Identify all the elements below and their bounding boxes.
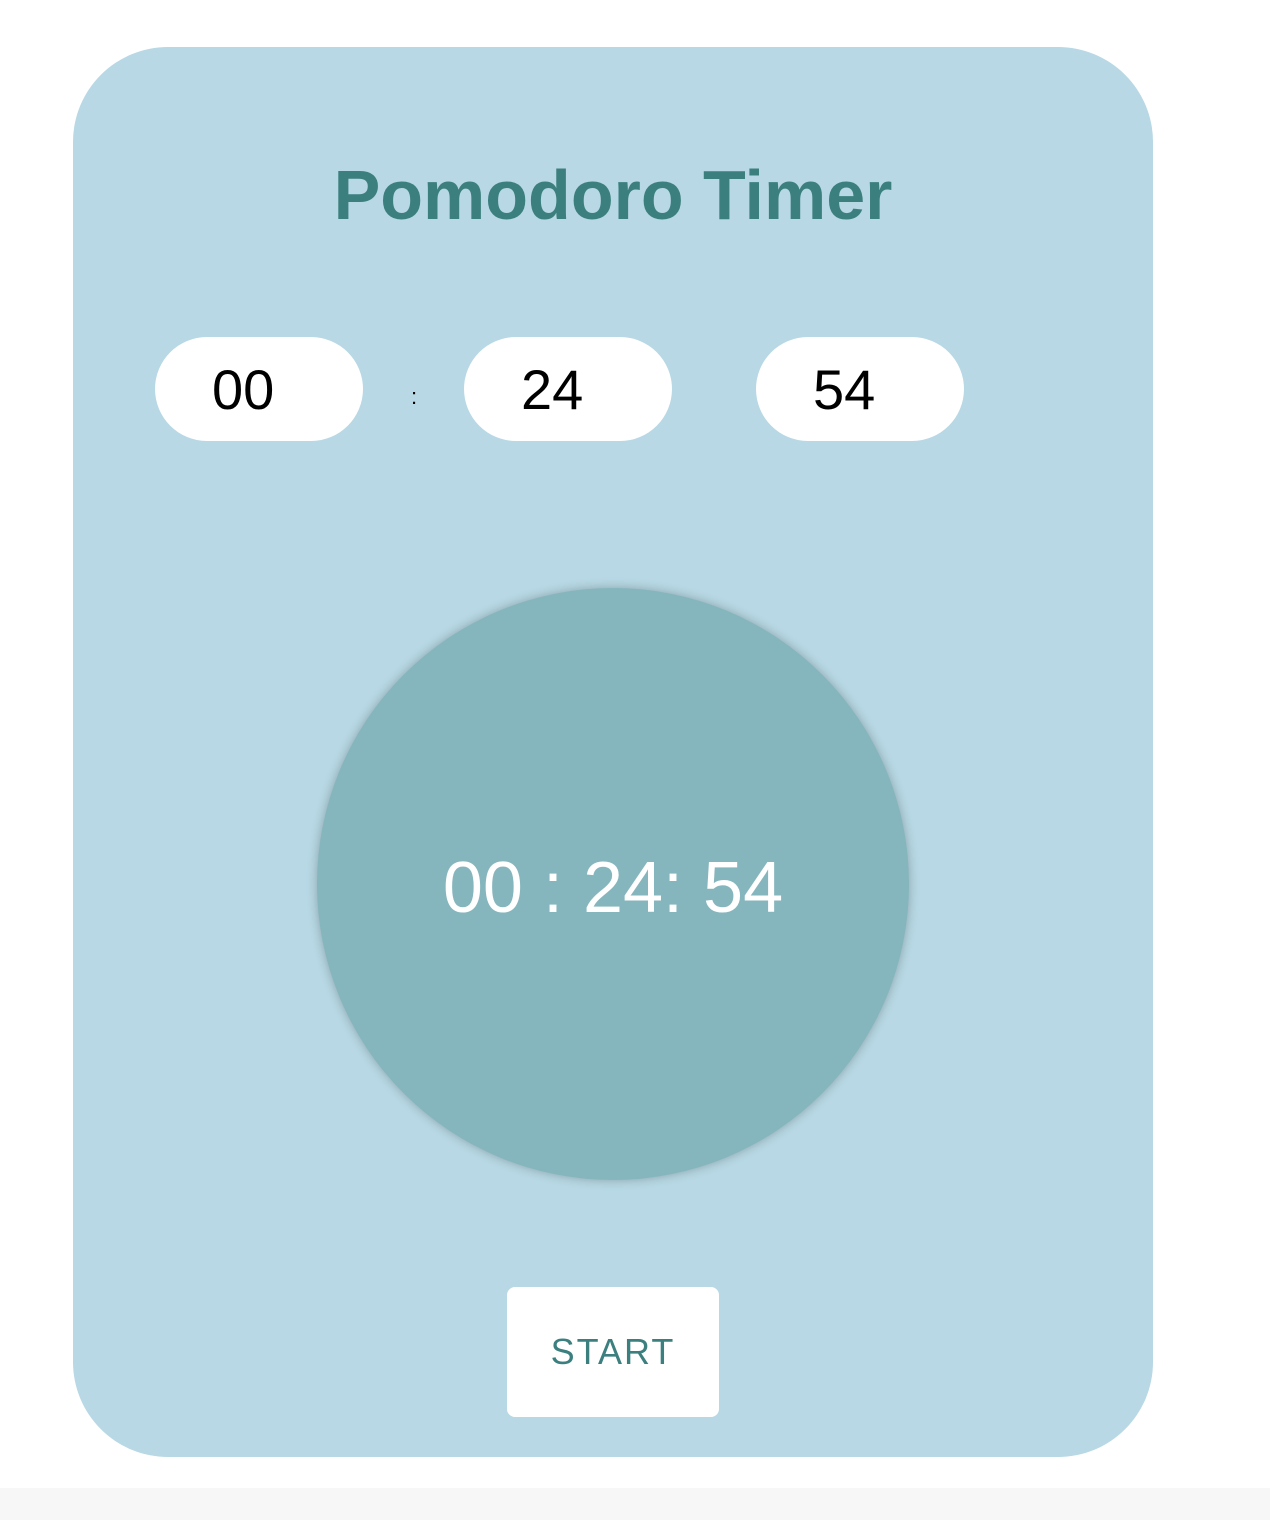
time-separator: :: [411, 384, 418, 409]
page-footer-strip: [0, 1488, 1270, 1520]
clock-display: 00 : 24: 54: [442, 848, 784, 928]
minutes-input[interactable]: [464, 337, 672, 441]
start-button[interactable]: START: [507, 1287, 719, 1417]
seconds-input[interactable]: [756, 337, 964, 441]
page: Pomodoro Timer : 00 : 24: 54 START: [0, 0, 1270, 1520]
app-title: Pomodoro Timer: [333, 156, 893, 234]
hours-input[interactable]: [155, 337, 363, 441]
